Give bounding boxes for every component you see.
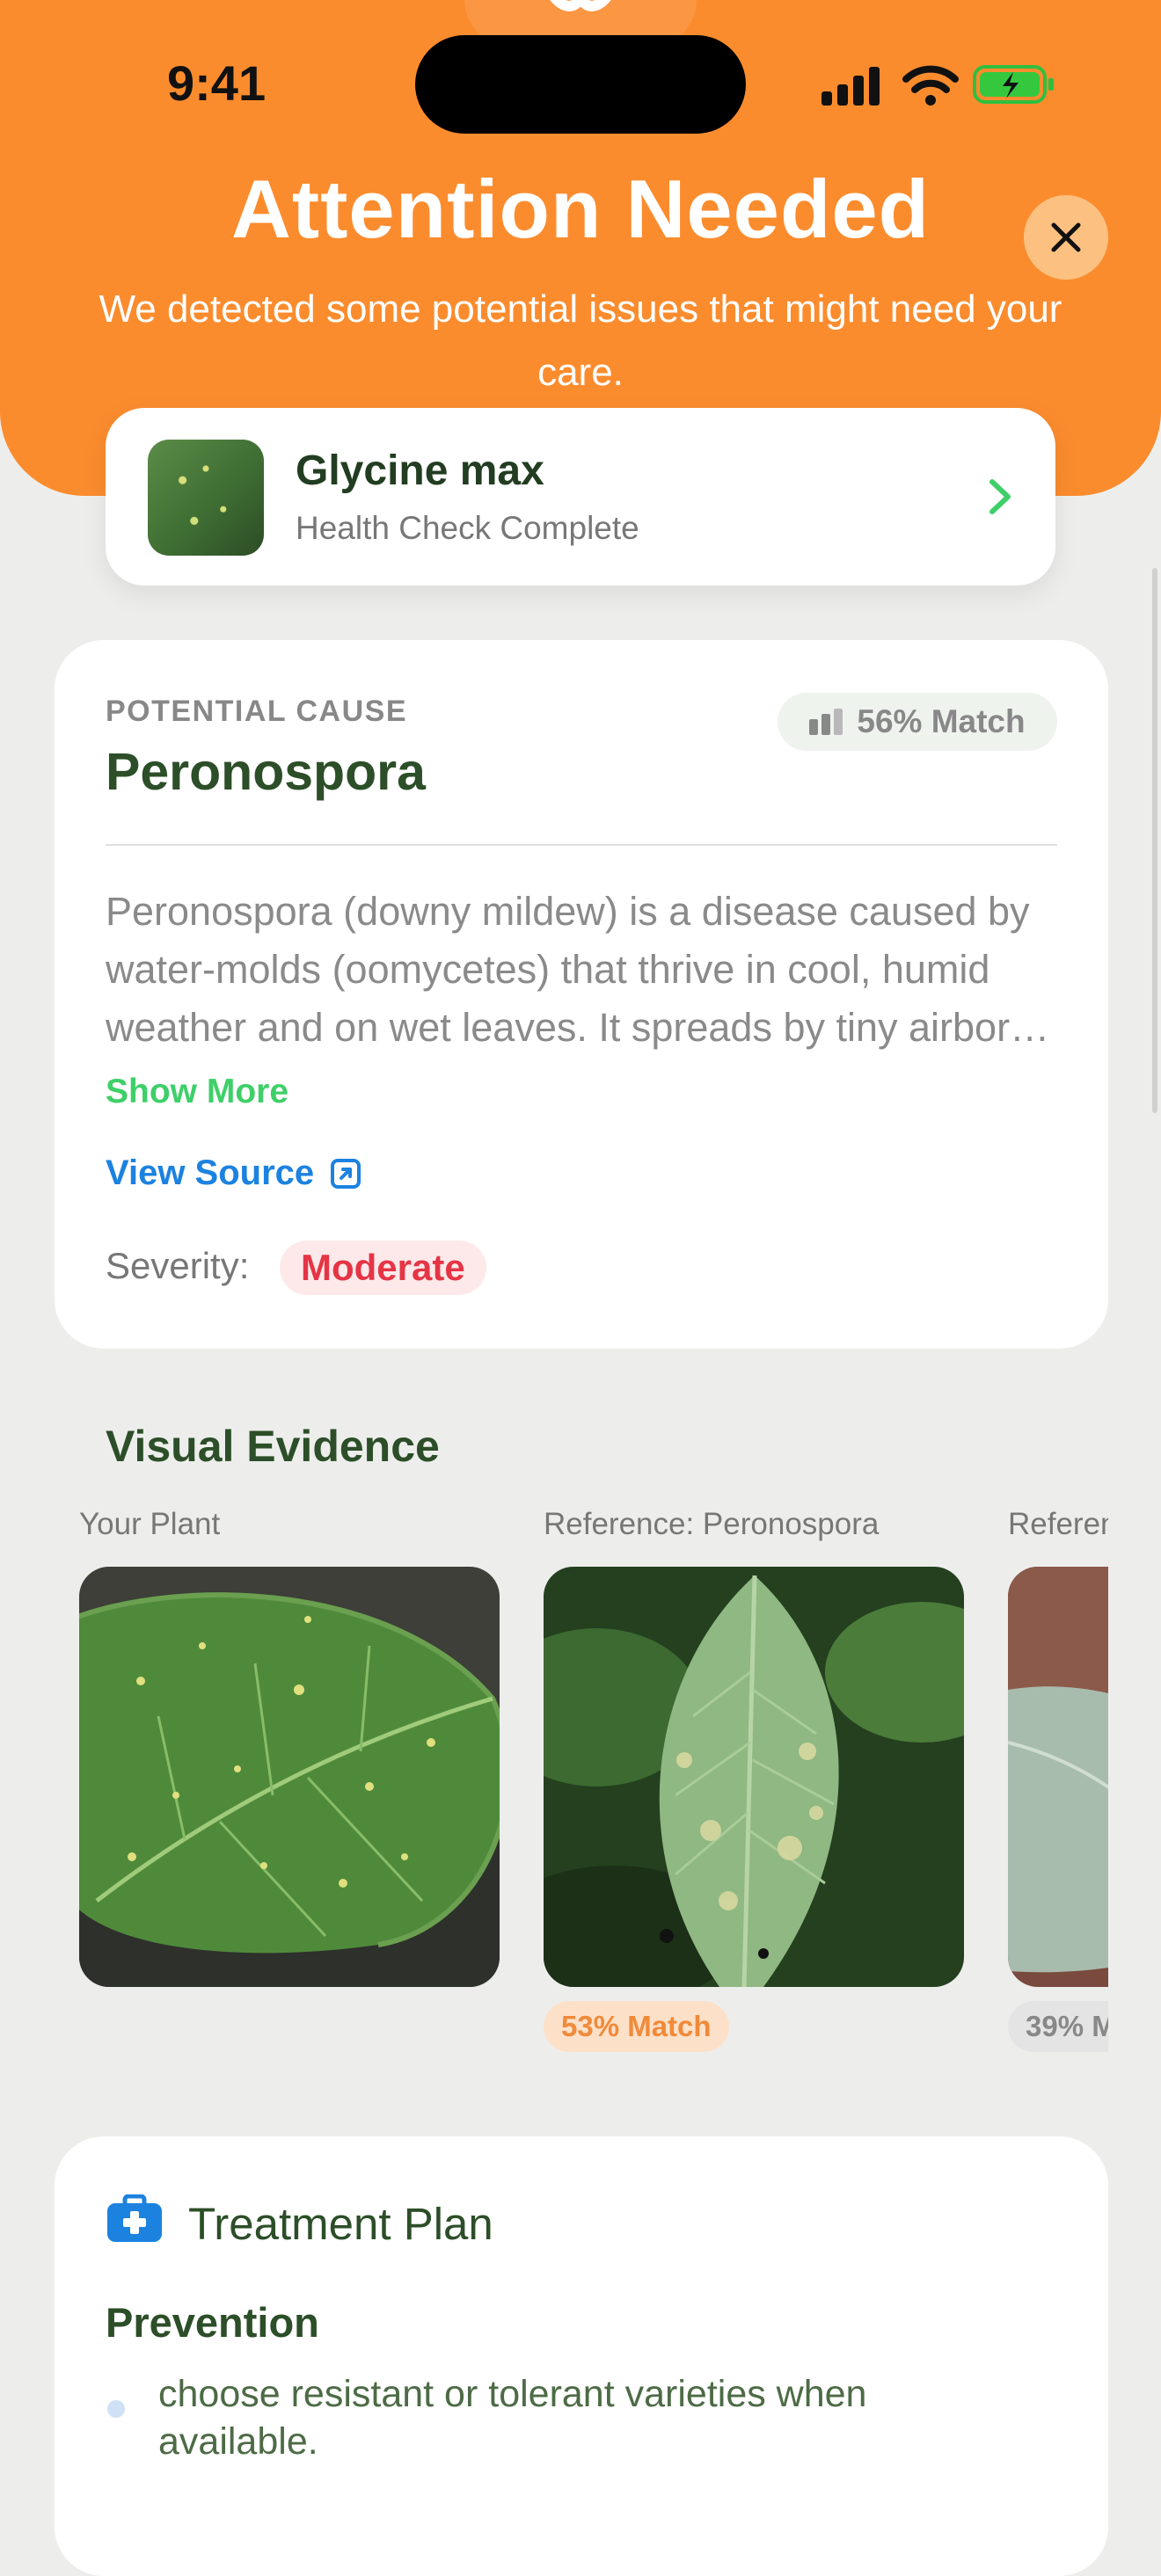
close-icon bbox=[1051, 222, 1081, 252]
view-source-label: View Source bbox=[106, 1153, 315, 1192]
your-plant-image[interactable] bbox=[79, 1567, 500, 1987]
wifi-icon bbox=[902, 65, 959, 106]
treatment-plan-card: Treatment Plan Prevention choose resista… bbox=[55, 2136, 1108, 2576]
evidence-carousel[interactable]: Your Plant Reference: Peronospora 53% Ma… bbox=[0, 1495, 1108, 2075]
close-button[interactable] bbox=[1024, 195, 1108, 280]
evidence-caption: Reference: Peronospora bbox=[544, 1507, 880, 1541]
dynamic-island bbox=[415, 35, 746, 134]
potential-cause-card: POTENTIAL CAUSE Peronospora 56% Match Pe… bbox=[55, 640, 1108, 1349]
page-title: Attention Needed bbox=[230, 163, 931, 255]
prevention-title: Prevention bbox=[106, 2299, 319, 2346]
reference-image-peronospora[interactable] bbox=[544, 1567, 964, 1987]
battery-icon bbox=[973, 65, 1054, 104]
signal-icon bbox=[821, 67, 880, 106]
page-subtitle: We detected some potential issues that m… bbox=[99, 287, 1062, 394]
first-aid-kit-icon bbox=[107, 2194, 162, 2242]
reference-image[interactable] bbox=[1008, 1567, 1108, 1987]
severity-badge: Moderate bbox=[280, 1241, 486, 1295]
bars-icon bbox=[809, 709, 843, 735]
cause-description: Peronospora (downy mildew) is a disease … bbox=[106, 889, 1055, 1050]
bullet-dot bbox=[107, 2400, 125, 2418]
divider bbox=[106, 844, 1057, 846]
plant-thumbnail bbox=[148, 440, 264, 556]
cause-name: Peronospora bbox=[106, 743, 426, 801]
evidence-caption: Your Plant bbox=[79, 1507, 221, 1541]
scrollbar[interactable] bbox=[1152, 568, 1157, 1113]
match-badge: 53% Match bbox=[544, 2001, 729, 2052]
evidence-caption: Reference bbox=[1008, 1507, 1108, 1541]
view-source-link[interactable]: View Source bbox=[106, 1153, 361, 1193]
status-time: 9:41 bbox=[167, 55, 267, 111]
chevron-right-icon bbox=[989, 479, 1011, 514]
plant-status: Health Check Complete bbox=[296, 510, 639, 546]
plant-summary-card[interactable]: Glycine max Health Check Complete bbox=[106, 408, 1055, 586]
severity-label: Severity: bbox=[106, 1245, 250, 1286]
visual-evidence-title: Visual Evidence bbox=[106, 1422, 440, 1471]
plant-name: Glycine max bbox=[296, 448, 544, 494]
match-badge: 56% Match bbox=[778, 693, 1057, 751]
match-text: 56% Match bbox=[857, 703, 1026, 739]
cause-label: POTENTIAL CAUSE bbox=[106, 695, 408, 728]
external-link-icon bbox=[331, 1158, 361, 1189]
status-icons bbox=[821, 62, 1054, 107]
match-badge: 39% Match bbox=[1008, 2001, 1108, 2052]
show-more-button[interactable]: Show More bbox=[106, 1073, 288, 1111]
treatment-plan-title: Treatment Plan bbox=[188, 2199, 493, 2249]
prevention-item: choose resistant or tolerant varieties w… bbox=[158, 2373, 867, 2463]
